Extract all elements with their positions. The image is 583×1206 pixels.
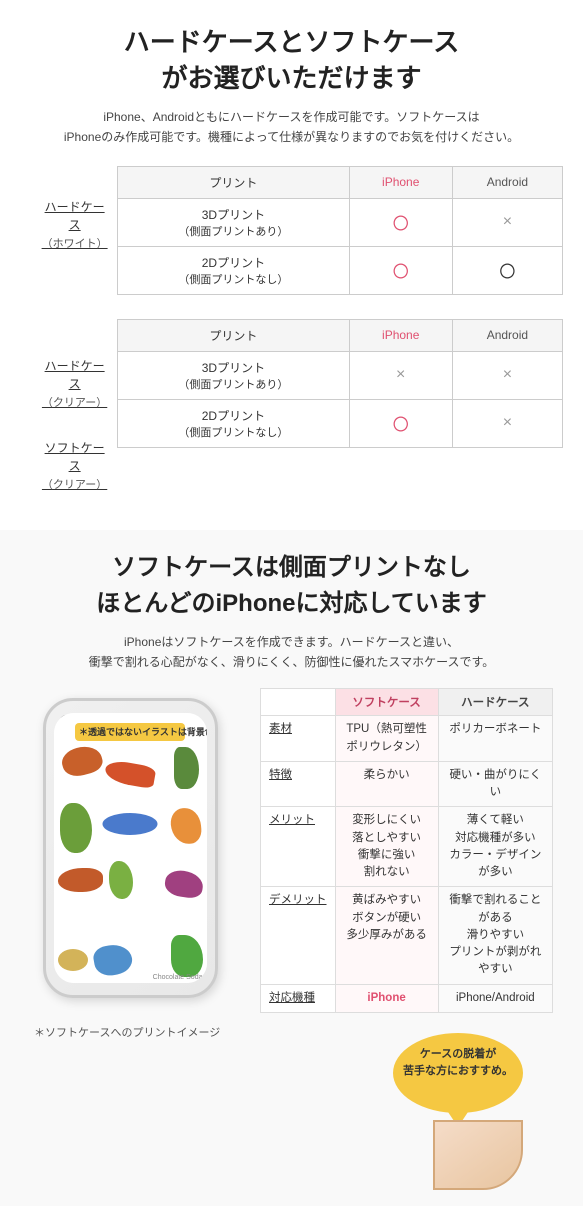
table-row: 対応機種 iPhone iPhone/Android xyxy=(261,984,553,1012)
row-feature: 特徴 xyxy=(261,761,336,807)
iphone-3d-white: 〇 xyxy=(349,198,452,246)
table2-left-labels: ハードケース（クリアー） ソフトケース（クリアー） xyxy=(40,319,109,494)
table-row: 3Dプリント（側面プリントあり） 〇 × xyxy=(118,198,563,246)
col-android-2: Android xyxy=(452,319,562,351)
table1-left-label: ハードケース（ホワイト） xyxy=(40,166,109,253)
soft-feature: 柔らかい xyxy=(335,761,438,807)
section2-title: ソフトケースは側面プリントなし ほとんどのiPhoneに対応しています xyxy=(20,550,563,622)
dino-shape-8 xyxy=(109,861,133,899)
row-demerit: デメリット xyxy=(261,887,336,984)
phone-screen: ＊透過ではないイラストは背景色もプリント xyxy=(54,713,207,983)
balloon: ケースの脱着が 苦手な方におすすめ。 xyxy=(393,1033,523,1113)
soft-compat: iPhone xyxy=(335,984,438,1012)
table-row: 2Dプリント（側面プリントなし） 〇 × xyxy=(118,399,563,447)
table1: プリント iPhone Android 3Dプリント（側面プリントあり） 〇 ×… xyxy=(117,166,563,295)
annotation-badge: ＊透過ではないイラストは背景色もプリント xyxy=(75,723,185,741)
comparison-table-area: ソフトケース ハードケース 素材 TPU（熱可塑性ポリウレタン） ポリカーボネー… xyxy=(260,688,553,1190)
col-iphone-2: iPhone xyxy=(349,319,452,351)
col-print: プリント xyxy=(118,166,349,198)
row-merit: メリット xyxy=(261,807,336,887)
subtitle-text: iPhone、Androidともにハードケースを作成可能です。ソフトケースは i… xyxy=(20,107,563,148)
hard-merit: 薄くて軽い対応機種が多いカラー・デザインが多い xyxy=(438,807,552,887)
print-type-1: 3Dプリント（側面プリントあり） xyxy=(118,198,349,246)
android-3d-white: × xyxy=(452,198,562,246)
android-2d-clear: × xyxy=(452,399,562,447)
section1: ハードケースとソフトケース がお選びいただけます iPhone、Androidと… xyxy=(0,0,583,530)
hard-material: ポリカーボネート xyxy=(438,716,552,762)
section2-inner: ソフトケースは側面プリントなし ほとんどのiPhoneに対応しています iPho… xyxy=(0,530,583,1206)
table-row: 2Dプリント（側面プリントなし） 〇 〇 xyxy=(118,246,563,294)
android-3d-clear: × xyxy=(452,351,562,399)
row-compat: 対応機種 xyxy=(261,984,336,1012)
hard-feature: 硬い・曲がりにくい xyxy=(438,761,552,807)
table-row: 3Dプリント（側面プリントあり） × × xyxy=(118,351,563,399)
dino-shape-6 xyxy=(169,807,202,845)
col-header-empty xyxy=(261,689,336,716)
dino-fossil-badge xyxy=(103,813,158,835)
softcase-clear-label: ソフトケース（クリアー） xyxy=(40,439,109,494)
dino-shape-9 xyxy=(163,869,204,900)
section2-subtitle: iPhoneはソフトケースを作成できます。ハードケースと違い、 衝撃で割れる心配… xyxy=(20,632,563,673)
dino-shape-3 xyxy=(103,759,156,789)
row-material: 素材 xyxy=(261,716,336,762)
comparison-table: ソフトケース ハードケース 素材 TPU（熱可塑性ポリウレタン） ポリカーボネー… xyxy=(260,688,553,1013)
hard-compat: iPhone/Android xyxy=(438,984,552,1012)
col-hard-header: ハードケース xyxy=(438,689,552,716)
table1-container: ハードケース（ホワイト） プリント iPhone Android 3Dプリント（… xyxy=(20,166,563,295)
balloon-text: ケースの脱着が 苦手な方におすすめ。 xyxy=(403,1048,513,1078)
phone-mockup: ＊透過ではないイラストは背景色もプリント xyxy=(30,698,230,1018)
iphone-2d-white: 〇 xyxy=(349,246,452,294)
col-soft-header: ソフトケース xyxy=(335,689,438,716)
iphone-3d-clear: × xyxy=(349,351,452,399)
dino-shape-10 xyxy=(58,949,88,971)
main-title: ハードケースとソフトケース がお選びいただけます xyxy=(20,24,563,97)
dino-shape-11 xyxy=(91,942,134,978)
section2: ソフトケースは側面プリントなし ほとんどのiPhoneに対応しています iPho… xyxy=(0,530,583,1206)
print-type-2: 2Dプリント（側面プリントなし） xyxy=(118,246,349,294)
bottom-note: ＊ソフトケースへのプリントイメージ xyxy=(30,1024,250,1040)
dino-background: ＊透過ではないイラストは背景色もプリント xyxy=(54,713,207,983)
soft-demerit: 黄ばみやすいボタンが硬い多少厚みがある xyxy=(335,887,438,984)
table-row: 特徴 柔らかい 硬い・曲がりにくい xyxy=(261,761,553,807)
dino-shape-2 xyxy=(174,747,199,789)
soft-merit: 変形しにくい落としやすい衝撃に強い割れない xyxy=(335,807,438,887)
table-row: 素材 TPU（熱可塑性ポリウレタン） ポリカーボネート xyxy=(261,716,553,762)
iphone-2d-clear: 〇 xyxy=(349,399,452,447)
dino-shape-12 xyxy=(171,935,203,977)
table2: プリント iPhone Android 3Dプリント（側面プリントあり） × ×… xyxy=(117,319,563,448)
phone-image-area: ＊透過ではないイラストは背景色もプリント xyxy=(30,688,250,1190)
col-iphone: iPhone xyxy=(349,166,452,198)
soft-material: TPU（熱可塑性ポリウレタン） xyxy=(335,716,438,762)
hand-image xyxy=(433,1120,523,1190)
table2-container: ハードケース（クリアー） ソフトケース（クリアー） プリント iPhone An… xyxy=(20,319,563,494)
hardcase-clear-label: ハードケース（クリアー） xyxy=(40,357,109,412)
credit-text: Chocolate Soda xyxy=(153,974,203,981)
table-row: デメリット 黄ばみやすいボタンが硬い多少厚みがある 衝撃で割れることがある滑りや… xyxy=(261,887,553,984)
android-2d-white: 〇 xyxy=(452,246,562,294)
phone-body: ＊透過ではないイラストは背景色もプリント xyxy=(43,698,218,998)
print-type-2d-clear: 2Dプリント（側面プリントなし） xyxy=(118,399,349,447)
print-type-3d-clear: 3Dプリント（側面プリントあり） xyxy=(118,351,349,399)
hand-area xyxy=(260,1135,523,1190)
dino-shape-7 xyxy=(58,868,103,892)
hardcase-white-label: ハードケース（ホワイト） xyxy=(40,198,109,253)
dino-shape-4 xyxy=(60,803,92,853)
table-row: メリット 変形しにくい落としやすい衝撃に強い割れない 薄くて軽い対応機種が多いカ… xyxy=(261,807,553,887)
col-print-2: プリント xyxy=(118,319,349,351)
balloon-container: ケースの脱着が 苦手な方におすすめ。 xyxy=(260,1021,553,1190)
dino-shape-1 xyxy=(59,743,105,780)
bottom-area: ＊透過ではないイラストは背景色もプリント xyxy=(20,688,563,1190)
hard-demerit: 衝撃で割れることがある滑りやすいプリントが剥がれやすい xyxy=(438,887,552,984)
col-android: Android xyxy=(452,166,562,198)
